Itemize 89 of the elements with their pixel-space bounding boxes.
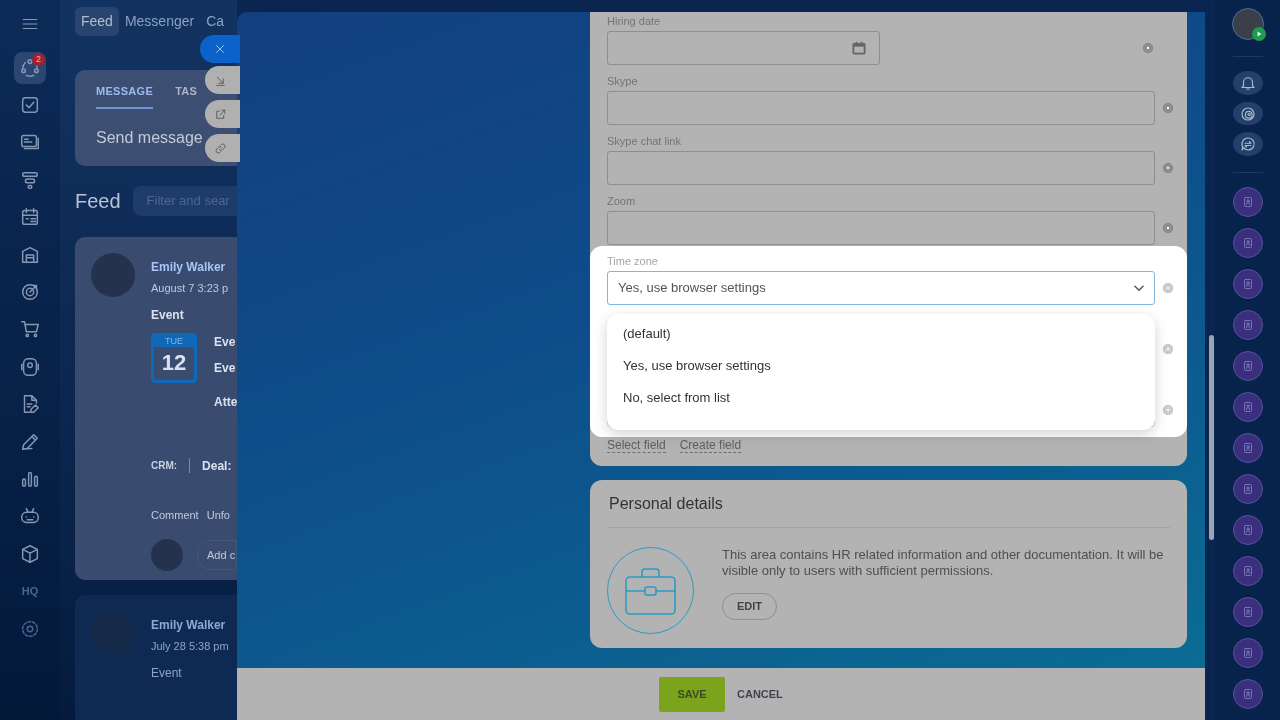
calendar-icon[interactable] [851,40,867,56]
contact-book-icon [1241,319,1254,331]
contact-book-icon [1241,606,1254,618]
time-zone-select[interactable]: Yes, use browser settings [607,271,1155,305]
cancel-button[interactable]: CANCEL [737,685,783,703]
composer-tab[interactable]: MESSAGE [96,83,154,109]
contact-book-icon [1241,688,1254,700]
contact-button[interactable] [1232,351,1263,381]
event-weekday: TUE [154,335,194,347]
field-label: Hiring date [606,14,662,28]
dropdown-option[interactable]: Yes, use browser settings [607,354,1155,386]
notification-badge: 2 [32,52,45,66]
contact-book-icon [1241,196,1254,208]
contact-book-icon [1241,524,1254,536]
section-title: Personal details [608,494,724,514]
event-day: 12 [154,346,194,379]
post-time: July 28 5:38 pm [151,639,229,654]
feed-icon [19,56,41,79]
toolbar-button[interactable] [1232,101,1263,126]
info-text: This area contains HR related information and other documentation. It will be visible only to users with sufficient permissions. [722,547,1165,579]
input-field[interactable] [607,31,880,65]
nav-tab[interactable]: Ca [200,6,231,36]
cube-icon[interactable] [19,542,41,565]
author-name[interactable]: Emily Walker [151,258,237,276]
field-label: Skype [606,74,639,88]
field-label: Skype chat link [606,134,682,148]
contact-book-icon [1241,647,1254,659]
spiral-icon [1238,104,1257,123]
feed-title: Feed [75,189,121,214]
contact-book-icon [1241,442,1254,454]
message-placeholder[interactable]: Send message [96,125,203,150]
side-action-button[interactable] [205,134,240,162]
contact-book-icon [1241,565,1254,577]
side-action-button[interactable] [205,100,240,128]
contact-button[interactable] [1232,638,1263,668]
contact-button[interactable] [1232,474,1263,504]
save-button[interactable]: SAVE [659,676,725,712]
field-link[interactable]: Create field [679,439,742,453]
toolbar-button[interactable] [1232,71,1263,95]
contact-button[interactable] [1232,310,1263,340]
contact-button[interactable] [1232,679,1263,709]
contact-book-icon [1241,401,1254,413]
side-action-button[interactable] [205,66,240,94]
contact-button[interactable] [1232,187,1263,217]
chat-arrows-icon [1238,135,1257,154]
post-action[interactable]: Comment [151,506,199,523]
contact-button[interactable] [1232,228,1263,258]
crm-deal[interactable]: Deal: [202,456,232,475]
input-field[interactable] [607,211,1155,245]
field-link[interactable]: Select field [607,439,666,453]
contact-button[interactable] [1232,269,1263,299]
contact-button[interactable] [1232,597,1263,627]
field-label: Zoom [606,194,637,208]
event-detail: Atte [214,393,237,411]
contact-button[interactable] [1232,515,1263,545]
post-type: Event [151,306,185,324]
scrollbar-thumb[interactable] [1209,335,1214,540]
external-link-icon [214,107,227,121]
contact-book-icon [1241,237,1254,249]
dropdown-option[interactable]: (default) [607,322,1155,354]
composer-tab[interactable]: TAS [175,83,198,109]
close-icon [214,43,226,55]
event-detail: Eve [214,359,237,377]
toolbar-button[interactable] [1232,132,1263,156]
post-time: August 7 3:23 p [151,281,230,296]
contact-button[interactable] [1232,392,1263,422]
sidebar-item[interactable]: 2 [14,51,46,84]
event-detail: Eve [214,333,237,351]
nav-tab[interactable]: Messenger [118,6,201,36]
speaker-icon[interactable] [19,355,41,378]
contact-book-icon [1241,360,1254,372]
contact-button[interactable] [1232,433,1263,463]
crm-label: CRM: [151,458,191,473]
play-icon[interactable] [1251,27,1266,41]
briefcase-icon [607,547,694,634]
dropdown-option[interactable]: No, select from list [607,386,1155,418]
input-field[interactable] [607,151,1155,185]
avatar [151,539,183,571]
field-label: Time zone [606,254,659,268]
nav-tab[interactable]: Feed [75,6,119,36]
contact-book-icon [1241,483,1254,495]
sidebar-label[interactable]: HQ [16,579,44,603]
contact-book-icon [1241,278,1254,290]
author-name[interactable]: Emily Walker [151,616,229,634]
post-type: Event [151,664,183,682]
contact-button[interactable] [1232,556,1263,586]
post-action[interactable]: Unfo [206,506,230,523]
input-field[interactable] [607,91,1155,125]
link-icon [214,141,227,155]
